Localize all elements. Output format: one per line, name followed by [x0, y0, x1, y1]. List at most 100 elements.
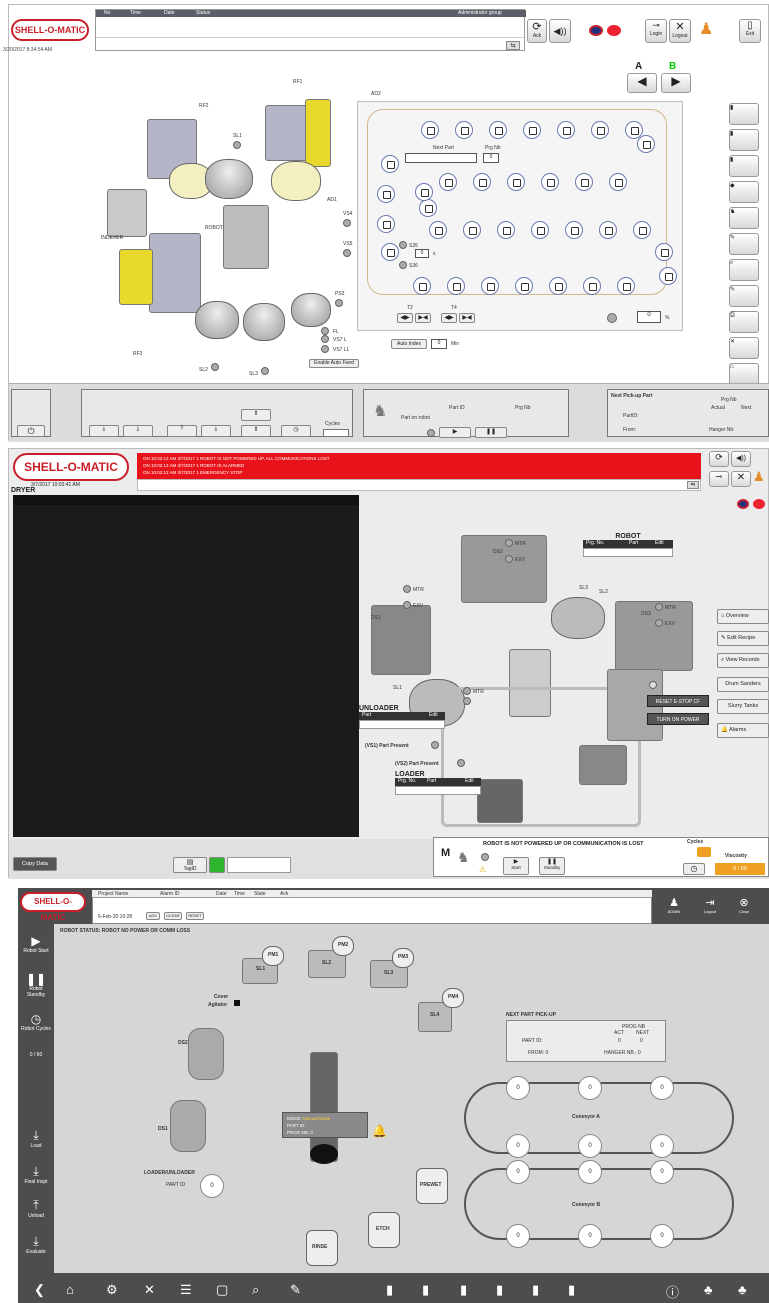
unloader-row[interactable]: [359, 720, 445, 729]
user-icon[interactable]: ♟: [699, 19, 723, 43]
next-view-button[interactable]: ▶: [661, 73, 691, 93]
hanger-node[interactable]: [473, 173, 491, 191]
book-icon-2[interactable]: ▮: [422, 1282, 429, 1298]
sl2-tank-2[interactable]: [551, 597, 605, 639]
vs7l-dot[interactable]: [321, 335, 329, 343]
robot-view-button[interactable]: ♞: [729, 207, 759, 229]
alarm-row[interactable]: ON 10:02:12 AM 3/7/2017 1 ROBOT IS ALARM…: [143, 462, 695, 469]
hanger-node[interactable]: [413, 277, 431, 295]
robot-pause-button[interactable]: ❚❚: [475, 427, 507, 438]
hanger-node[interactable]: [481, 277, 499, 295]
menu-edit-recipe-button[interactable]: ✎ Edit Recipe: [717, 631, 769, 646]
ps3-tank[interactable]: [291, 293, 331, 327]
ds1-mtr-dot[interactable]: [403, 585, 411, 593]
hanger-node[interactable]: [523, 121, 541, 139]
rf1-view-button[interactable]: ▮: [729, 103, 759, 125]
tools-icon[interactable]: ✕: [144, 1282, 155, 1298]
loader-row[interactable]: [395, 786, 481, 795]
sl1-tank[interactable]: [205, 159, 253, 199]
hanger-node[interactable]: [439, 173, 457, 191]
sound-icon-2[interactable]: ◀)): [731, 451, 751, 467]
hanger-node[interactable]: [659, 267, 677, 285]
sl2-tank[interactable]: [195, 301, 239, 339]
conveyor-node[interactable]: 0: [578, 1076, 602, 1100]
s35-dot[interactable]: [399, 241, 407, 249]
hanger-node[interactable]: [531, 221, 549, 239]
menu-alarms-button[interactable]: 🔔 Alarms: [717, 723, 769, 738]
settings-icon[interactable]: ⚙: [106, 1282, 118, 1298]
clear-button-3[interactable]: CLEAR: [164, 912, 182, 920]
barrel-icon-2[interactable]: ▮: [496, 1282, 503, 1298]
ds2-mtr-dot[interactable]: [505, 539, 513, 547]
ds2-exv-dot[interactable]: [505, 555, 513, 563]
t4-right-button[interactable]: ▶◀: [459, 313, 475, 323]
unload-button-1[interactable]: ⤒: [167, 425, 197, 437]
t4-left-button[interactable]: ◀▶: [441, 313, 457, 323]
s36-dot[interactable]: [399, 261, 407, 269]
search-icon[interactable]: ⌕: [252, 1282, 259, 1298]
hanger-node[interactable]: [455, 121, 473, 139]
hanger-node[interactable]: [575, 173, 593, 191]
records-button[interactable]: ⌕: [729, 259, 759, 281]
cycles-timer-button[interactable]: ◷: [683, 863, 705, 875]
hanger-node[interactable]: [463, 221, 481, 239]
alarm-bell-icon[interactable]: 🔔: [372, 1124, 387, 1138]
transfer-button-1[interactable]: ⇕: [241, 409, 271, 421]
power-cabinet[interactable]: [579, 745, 627, 785]
document-icon-3[interactable]: ▢: [216, 1282, 228, 1298]
toggle-button[interactable]: [209, 857, 225, 873]
cycles-field[interactable]: [323, 429, 349, 437]
conveyor-node[interactable]: 0: [506, 1134, 530, 1158]
bell-icon-3[interactable]: ♣: [704, 1282, 713, 1297]
home-button[interactable]: ⌂: [729, 363, 759, 385]
hanger-node[interactable]: [583, 277, 601, 295]
sl1-vs-dot[interactable]: [463, 697, 471, 705]
ds1-exv-dot[interactable]: [403, 601, 411, 609]
loader-node[interactable]: 0: [200, 1174, 224, 1198]
load-button-1[interactable]: ⤓: [89, 425, 119, 437]
evaluate-button-3[interactable]: ⤓ Evaluate: [21, 1234, 51, 1255]
alarm-row[interactable]: ON 10:02:12 AM 3/7/2017 1 EMERGENCY STOP: [143, 469, 695, 476]
reset-button-3[interactable]: RESET: [186, 912, 204, 920]
hanger-node[interactable]: [489, 121, 507, 139]
ack-button[interactable]: ⟳ Ack: [527, 19, 547, 43]
power-button[interactable]: ⏻: [17, 425, 45, 437]
vs1-dot[interactable]: [431, 741, 439, 749]
sl3-dot[interactable]: [261, 367, 269, 375]
t2-left-button[interactable]: ◀▶: [397, 313, 413, 323]
hanger-node[interactable]: [637, 135, 655, 153]
unload-button-3[interactable]: ⤒ Unload: [21, 1198, 51, 1219]
vs2-dot[interactable]: [457, 759, 465, 767]
login-button[interactable]: ⊸ Login: [645, 19, 667, 43]
conveyor-node[interactable]: 0: [650, 1076, 674, 1100]
auto-index-field[interactable]: 0: [431, 339, 447, 349]
conveyor-node[interactable]: 0: [650, 1134, 674, 1158]
ds1-dryer[interactable]: [170, 1100, 206, 1152]
slurry-view-button[interactable]: ◆: [729, 181, 759, 203]
hanger-node[interactable]: [421, 121, 439, 139]
hanger-node[interactable]: [617, 277, 635, 295]
back-button[interactable]: ❮: [34, 1282, 45, 1298]
load-button-3[interactable]: ⤓ Load: [21, 1128, 51, 1149]
print-button[interactable]: ⎙: [729, 311, 759, 333]
menu-slurry-tanks-button[interactable]: Slurry Tanks: [717, 699, 769, 714]
robot-start-button[interactable]: ▶: [439, 427, 471, 438]
hanger-node[interactable]: [415, 183, 433, 201]
robot-unit[interactable]: [223, 205, 269, 269]
hanger-node[interactable]: [381, 155, 399, 173]
loader-station[interactable]: [477, 779, 523, 823]
ack-button-3[interactable]: ACK: [146, 912, 160, 920]
sl3-tank[interactable]: [243, 303, 285, 341]
menu-drum-sanders-button[interactable]: Drum Sanders: [717, 677, 769, 692]
entry-field[interactable]: [227, 857, 291, 873]
rf1-conveyor[interactable]: [305, 99, 331, 167]
sound-icon[interactable]: ◀)): [549, 19, 571, 43]
hanger-node[interactable]: [429, 221, 447, 239]
user-icon-2[interactable]: ♟: [753, 469, 765, 485]
copy-data-button[interactable]: Copy Data: [13, 857, 57, 871]
hanger-node[interactable]: [515, 277, 533, 295]
robot-base[interactable]: [310, 1144, 338, 1164]
flag-uk-icon[interactable]: [589, 25, 603, 36]
conveyor-node[interactable]: 0: [578, 1224, 602, 1248]
prg-nb-field[interactable]: 0: [483, 153, 499, 163]
